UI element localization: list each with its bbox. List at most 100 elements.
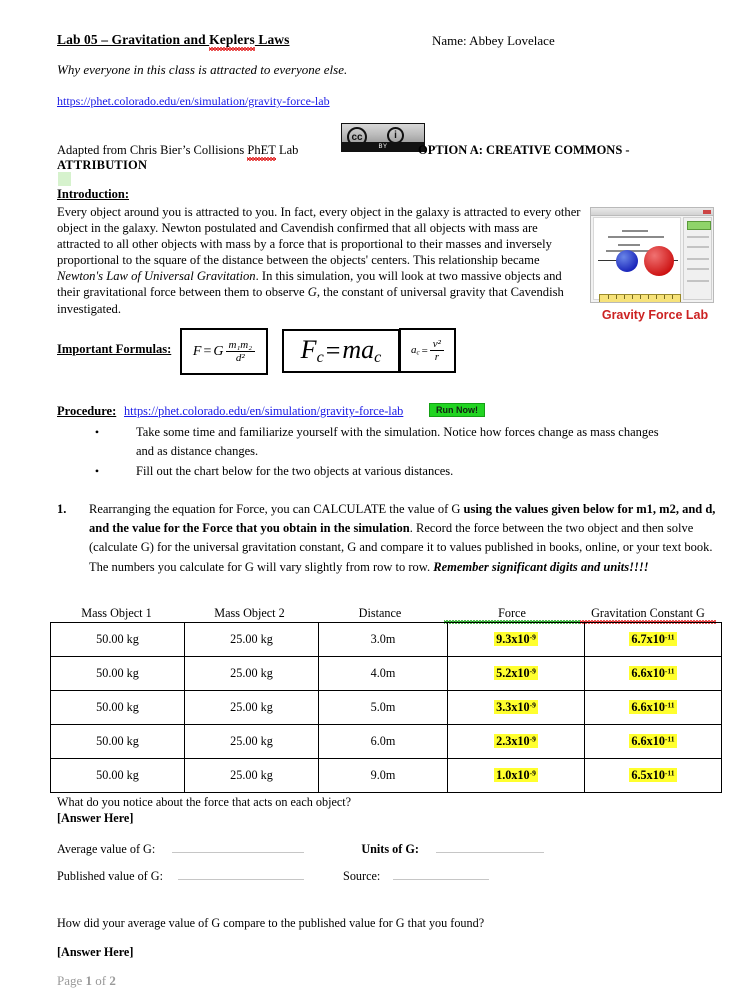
intro-italic-law: Newton's Law of Universal Gravitation <box>57 269 256 284</box>
cell-mass1[interactable]: 50.00 kg <box>50 724 185 759</box>
cell-distance[interactable]: 9.0m <box>318 758 448 793</box>
answer-placeholder-2[interactable]: [Answer Here] <box>57 945 133 960</box>
sim-panel-button <box>687 221 711 230</box>
page-title-suffix: Laws <box>254 32 290 47</box>
source-input[interactable] <box>393 868 490 880</box>
cell-force[interactable]: 5.2x10-9 <box>447 656 585 691</box>
column-header-mass-object-1: Mass Object 1 <box>81 606 152 620</box>
formula2-rhs: mac <box>342 334 382 366</box>
cell-mass2[interactable]: 25.00 kg <box>184 724 319 759</box>
attribution-text-after: Lab <box>275 143 299 157</box>
numbered-item-1: 1. Rearranging the equation for Force, y… <box>57 500 717 577</box>
average-g-label: Average value of G: <box>57 842 156 856</box>
cell-gravitation-constant[interactable]: 6.5x10-11 <box>584 758 722 793</box>
bullet-dot-icon: • <box>94 425 100 439</box>
cell-distance[interactable]: 5.0m <box>318 690 448 725</box>
bullet-dot-icon: • <box>94 464 100 478</box>
misspelled-word-keplers: Keplers <box>209 32 255 51</box>
procedure-bullet-2-text: Fill out the chart below for the two obj… <box>136 464 454 478</box>
formula2-lhs: Fc <box>300 334 324 366</box>
formula3-lhs: ac <box>411 344 420 357</box>
student-name-label: Name: Abbey Lovelace <box>432 33 555 48</box>
cell-mass1[interactable]: 50.00 kg <box>50 622 185 657</box>
formula3-denominator: r <box>434 351 440 363</box>
average-g-field-row: Average value of G: Units of G: <box>57 841 544 857</box>
footer-total-pages: 2 <box>109 973 116 988</box>
sim-canvas <box>593 217 681 302</box>
sim-label-line-2 <box>608 236 664 238</box>
source-label: Source: <box>343 869 381 883</box>
formula3-equals: = <box>421 344 428 357</box>
footer-prefix: Page <box>57 973 86 988</box>
question-force-text: What do you notice about the force that … <box>57 795 352 809</box>
document-page: Lab 05 – Gravitation and Keplers Laws Na… <box>0 0 740 1004</box>
cell-gravitation-constant[interactable]: 6.6x10-11 <box>584 724 722 759</box>
sim-force-arrow-left <box>598 260 618 261</box>
cell-gravitation-constant[interactable]: 6.6x10-11 <box>584 656 722 691</box>
license-attribution-word: ATTRIBUTION <box>57 158 148 172</box>
formula1-lhs: F <box>192 343 202 359</box>
cell-mass1[interactable]: 50.00 kg <box>50 758 185 793</box>
measurements-table: 50.00 kg 25.00 kg 3.0m 9.3x10-9 6.7x10-1… <box>50 622 722 793</box>
introduction-heading: Introduction: <box>57 187 130 201</box>
sim-red-mass-ball <box>644 246 674 276</box>
cell-distance[interactable]: 4.0m <box>318 656 448 691</box>
simulation-screenshot-image <box>590 207 714 303</box>
sim-blue-mass-ball <box>616 250 638 272</box>
sim-ruler <box>599 294 681 302</box>
sim-window-titlebar <box>591 208 713 216</box>
table-row: 50.00 kg 25.00 kg 3.0m 9.3x10-9 6.7x10-1… <box>50 622 722 657</box>
intro-italic-g: G <box>307 285 317 300</box>
table-row: 50.00 kg 25.00 kg 5.0m 3.3x10-9 6.6x10-1… <box>50 690 722 725</box>
cell-force[interactable]: 9.3x10-9 <box>447 622 585 657</box>
cell-force[interactable]: 3.3x10-9 <box>447 690 585 725</box>
creative-commons-badge-icon: cc i BY <box>341 123 425 152</box>
important-formulas-label: Important Formulas: <box>57 342 172 356</box>
green-highlight-mark <box>58 172 71 186</box>
published-g-label: Published value of G: <box>57 869 163 883</box>
sim-label-line-1 <box>622 230 648 232</box>
cell-gravitation-constant[interactable]: 6.7x10-11 <box>584 622 722 657</box>
page-title-prefix: Lab 05 – Gravitation and <box>57 32 210 47</box>
subtitle-text: Why everyone in this class is attracted … <box>57 62 348 77</box>
units-g-input[interactable] <box>435 841 544 853</box>
formula3-sub-c: c <box>416 349 420 357</box>
formula-centripetal-acceleration: ac = v² r <box>399 328 456 373</box>
item-1-body: Rearranging the equation for Force, you … <box>89 500 717 577</box>
cell-mass1[interactable]: 50.00 kg <box>50 656 185 691</box>
procedure-hyperlink[interactable]: https://phet.colorado.edu/en/simulation/… <box>124 404 403 419</box>
cell-mass2[interactable]: 25.00 kg <box>184 622 319 657</box>
cell-force[interactable]: 2.3x10-9 <box>447 724 585 759</box>
answer-placeholder-1[interactable]: [Answer Here] <box>57 811 133 826</box>
cell-force[interactable]: 1.0x10-9 <box>447 758 585 793</box>
item-1-number: 1. <box>57 502 67 516</box>
formula1-denominator: d² <box>235 352 245 364</box>
sim-control-panel <box>683 217 712 300</box>
header-hyperlink[interactable]: https://phet.colorado.edu/en/simulation/… <box>57 94 330 109</box>
formula1-g: G <box>213 343 224 359</box>
average-g-input[interactable] <box>172 841 305 853</box>
cell-mass2[interactable]: 25.00 kg <box>184 758 319 793</box>
cell-mass1[interactable]: 50.00 kg <box>50 690 185 725</box>
attribution-text-before: Adapted from Chris Bier’s Collisions <box>57 143 248 157</box>
introduction-paragraph: Every object around you is attracted to … <box>57 204 581 317</box>
procedure-label: Procedure: <box>57 404 117 418</box>
cc-by-label: BY <box>378 144 388 150</box>
cell-distance[interactable]: 3.0m <box>318 622 448 657</box>
cell-gravitation-constant[interactable]: 6.6x10-11 <box>584 690 722 725</box>
procedure-bullet-2: • Fill out the chart below for the two o… <box>90 462 670 481</box>
misspelled-word-phet: PhET <box>247 143 277 161</box>
table-row: 50.00 kg 25.00 kg 6.0m 2.3x10-9 6.6x10-1… <box>50 724 722 759</box>
run-now-button[interactable]: Run Now! <box>429 403 485 417</box>
attribution-text: Adapted from Chris Bier’s Collisions PhE… <box>57 143 299 161</box>
cell-mass2[interactable]: 25.00 kg <box>184 656 319 691</box>
cell-distance[interactable]: 6.0m <box>318 724 448 759</box>
table-body: 50.00 kg 25.00 kg 3.0m 9.3x10-9 6.7x10-1… <box>50 622 722 793</box>
data-table-header-row: Mass Object 1 Mass Object 2 Distance For… <box>50 606 716 624</box>
formula3-numerator: v² <box>429 338 444 351</box>
column-header-mass-object-2: Mass Object 2 <box>214 606 285 620</box>
item1-part1: Rearranging the equation for Force, you … <box>89 502 464 516</box>
column-header-gravitation-constant: Gravitation Constant G <box>580 606 716 624</box>
published-g-input[interactable] <box>178 868 304 880</box>
cell-mass2[interactable]: 25.00 kg <box>184 690 319 725</box>
